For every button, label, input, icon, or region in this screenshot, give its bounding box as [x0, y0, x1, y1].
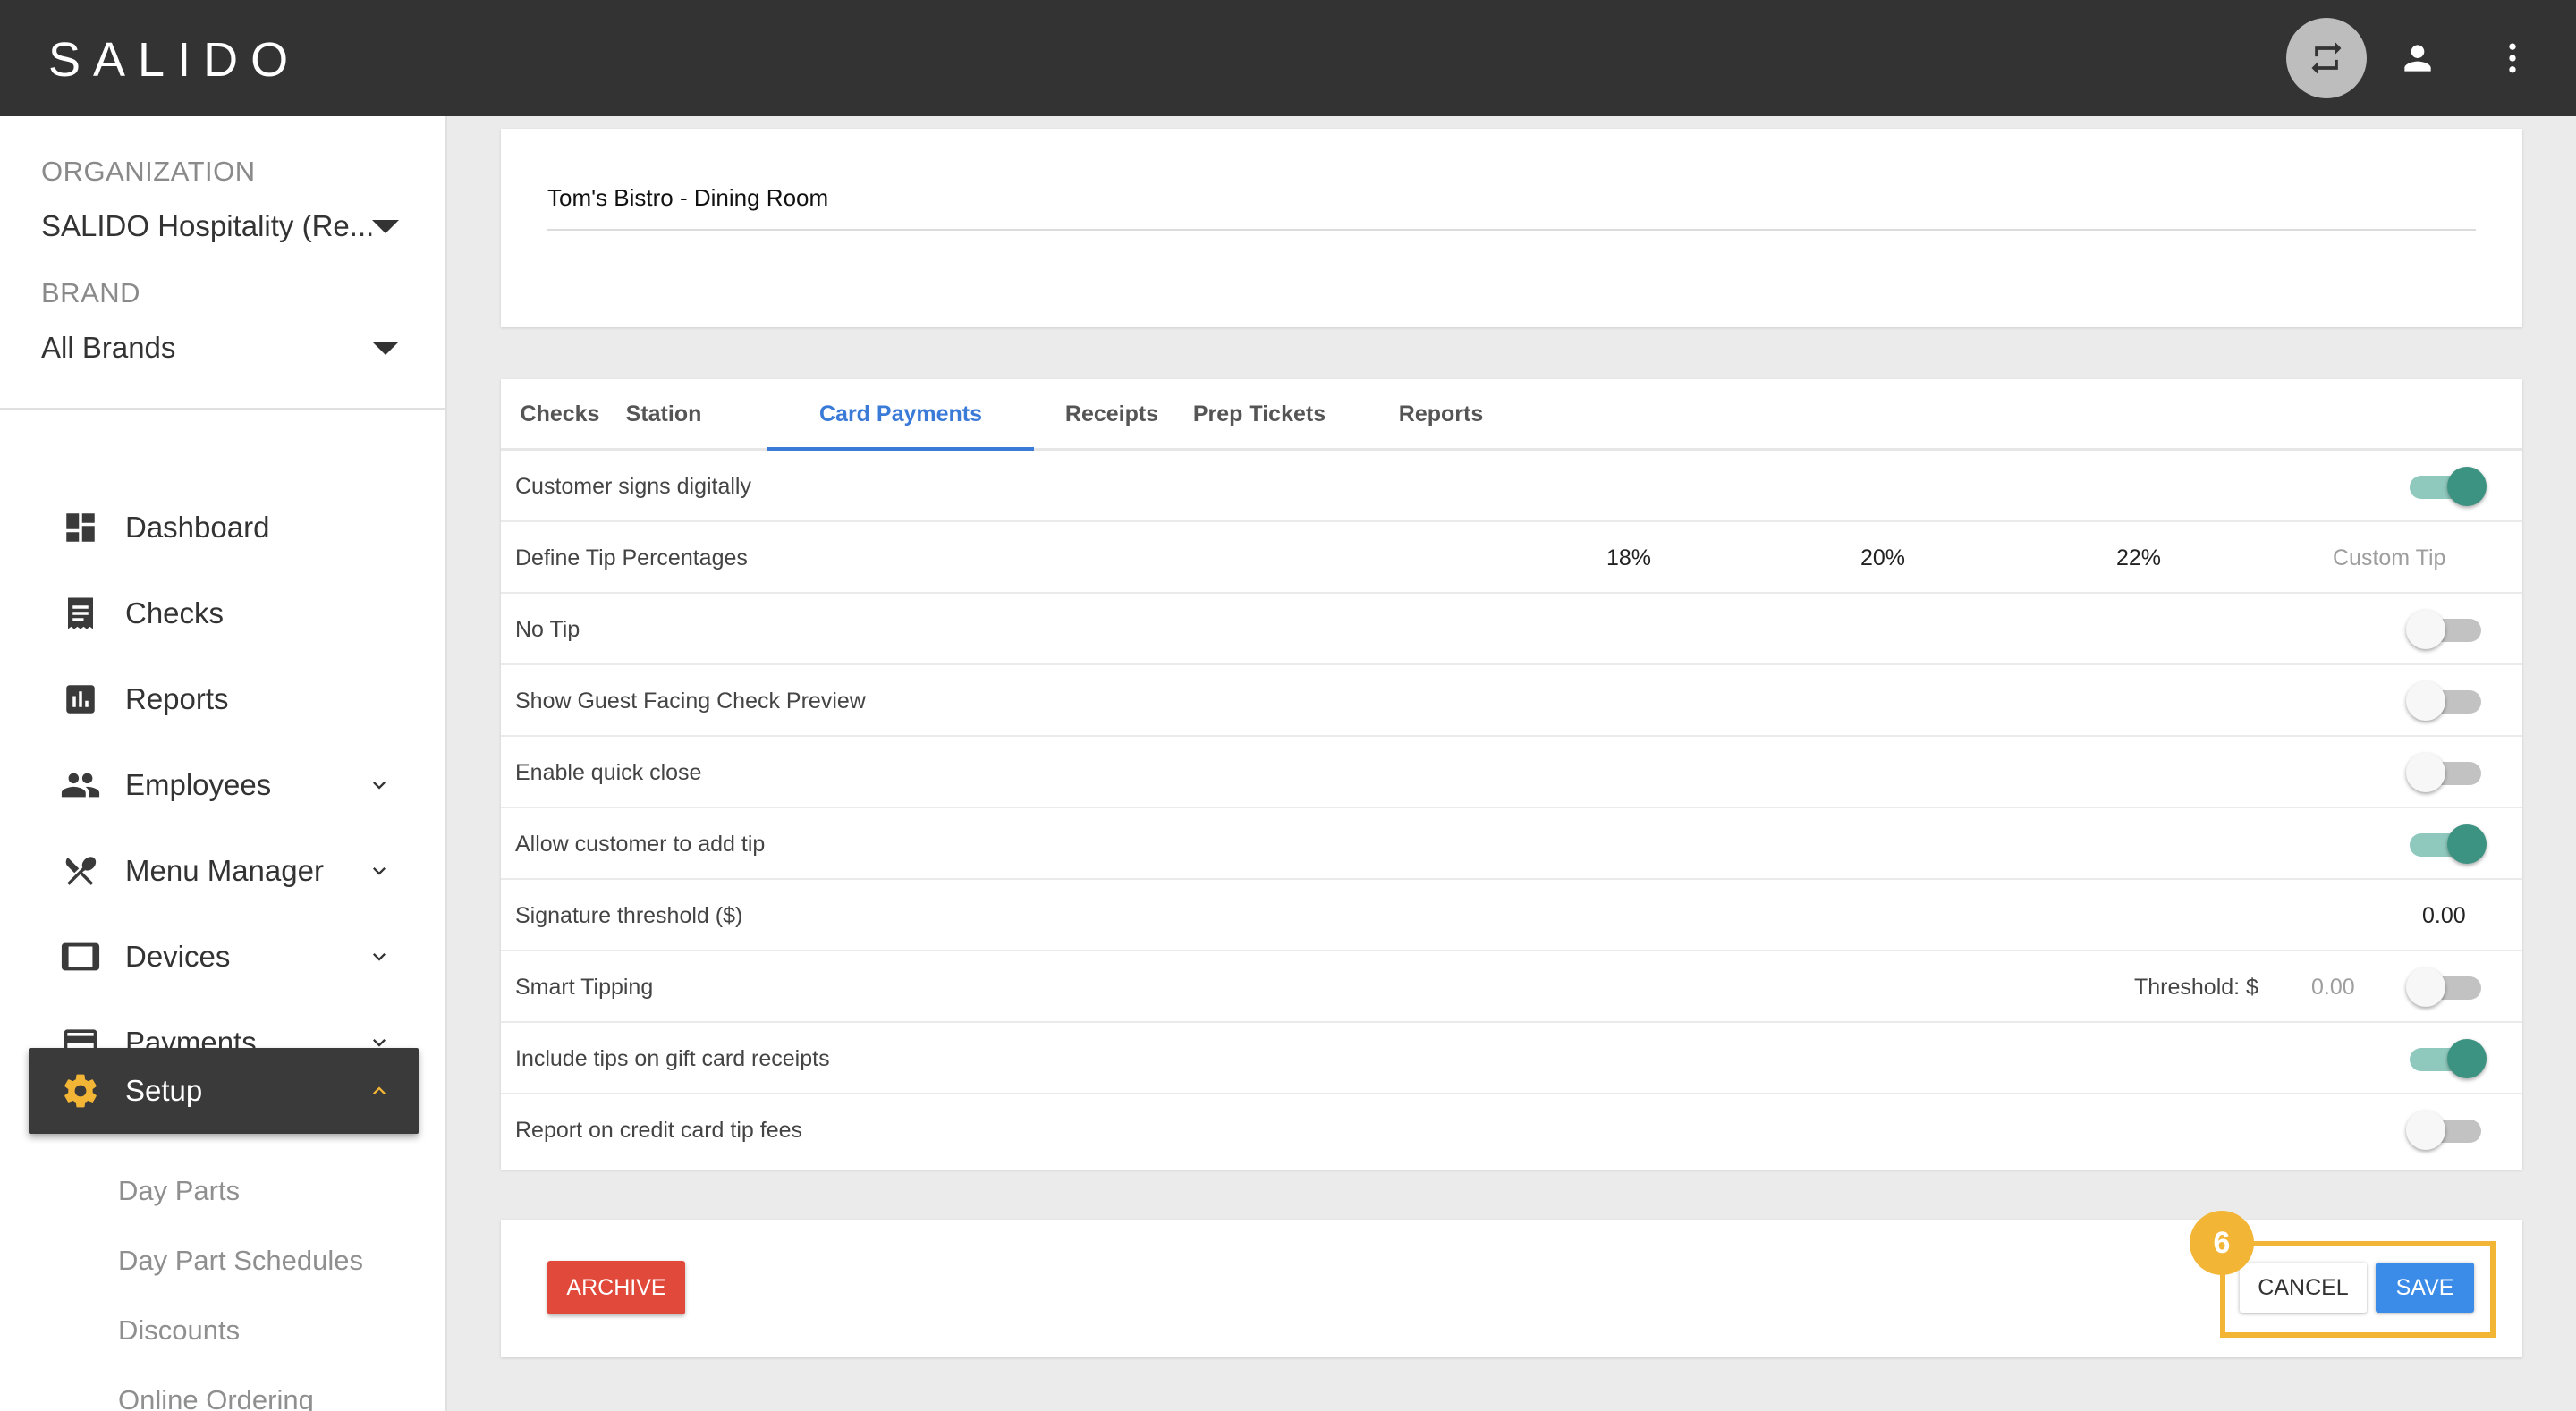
- setting-row-signature-threshold: Signature threshold ($) 0.00: [501, 880, 2522, 951]
- smart-tipping-toggle[interactable]: [2406, 967, 2481, 1007]
- settings-card: Checks Station Card Payments Receipts Pr…: [501, 379, 2522, 1170]
- sidebar-item-label: Checks: [125, 596, 225, 629]
- setting-row-credit-card-tip-fees: Report on credit card tip fees: [501, 1094, 2522, 1166]
- tab-checks[interactable]: Checks: [515, 379, 605, 451]
- setting-row-gift-card-tips: Include tips on gift card receipts: [501, 1023, 2522, 1094]
- setting-label: Enable quick close: [515, 760, 702, 785]
- organization-select[interactable]: SALIDO Hospitality (Re...: [41, 209, 399, 243]
- caret-down-icon: [372, 220, 399, 233]
- setting-label: Define Tip Percentages: [515, 545, 748, 570]
- sidebar-subitem-day-part-schedules[interactable]: Day Part Schedules: [118, 1245, 363, 1277]
- setting-label: Include tips on gift card receipts: [515, 1046, 830, 1071]
- setting-row-customer-signs-digitally: Customer signs digitally: [501, 451, 2522, 522]
- archive-button[interactable]: ARCHIVE: [547, 1261, 685, 1314]
- sidebar-item-checks[interactable]: Checks: [29, 570, 419, 656]
- sidebar-item-label: Menu Manager: [125, 854, 324, 887]
- chevron-down-icon: [373, 782, 386, 790]
- setting-row-define-tip-percentages: Define Tip Percentages 18% 20% 22% Custo…: [501, 522, 2522, 594]
- setting-label: Signature threshold ($): [515, 903, 743, 928]
- sidebar-item-label: Employees: [125, 768, 272, 801]
- chevron-down-icon: [373, 867, 386, 875]
- sidebar-subitem-online-ordering[interactable]: Online Ordering: [118, 1384, 314, 1411]
- sidebar-item-devices[interactable]: Devices: [29, 914, 419, 1000]
- setting-row-enable-quick-close: Enable quick close: [501, 737, 2522, 808]
- setting-label: Report on credit card tip fees: [515, 1118, 802, 1143]
- more-vert-icon: [2509, 43, 2516, 73]
- setting-label: Smart Tipping: [515, 975, 654, 1000]
- utensils-icon: [55, 846, 106, 896]
- station-name-field[interactable]: Tom's Bistro - Dining Room: [547, 184, 828, 212]
- tip-percentage-2[interactable]: 20%: [1860, 545, 1905, 571]
- allow-add-tip-toggle[interactable]: [2410, 824, 2487, 864]
- sidebar-item-dashboard[interactable]: Dashboard: [29, 485, 419, 570]
- setting-label: Customer signs digitally: [515, 474, 751, 499]
- bar-chart-icon: [55, 674, 106, 724]
- signature-threshold-input[interactable]: 0.00: [2422, 903, 2466, 929]
- tab-station[interactable]: Station: [617, 379, 710, 451]
- step-number-badge: 6: [2190, 1211, 2254, 1275]
- step-highlight-box: [2220, 1241, 2496, 1338]
- sidebar-item-menu-manager[interactable]: Menu Manager: [29, 828, 419, 914]
- settings-tabs: Checks Station Card Payments Receipts Pr…: [501, 379, 2522, 451]
- chevron-down-icon: [373, 953, 386, 961]
- more-options-button[interactable]: [2472, 18, 2553, 98]
- swap-icon: [2311, 41, 2342, 75]
- customer-signs-digitally-toggle[interactable]: [2410, 467, 2487, 506]
- sidebar-divider: [0, 408, 447, 410]
- sidebar-item-label: Setup: [125, 1074, 203, 1107]
- brand-label: BRAND: [41, 277, 141, 308]
- guest-facing-preview-toggle[interactable]: [2406, 681, 2481, 721]
- brand-select[interactable]: All Brands: [41, 331, 399, 365]
- sidebar: ORGANIZATION SALIDO Hospitality (Re... B…: [0, 116, 447, 1411]
- smart-tipping-threshold-label: Threshold: $: [2134, 975, 2258, 1000]
- sidebar-item-reports[interactable]: Reports: [29, 656, 419, 742]
- station-name-card: Tom's Bistro - Dining Room: [501, 129, 2522, 327]
- sidebar-item-label: Reports: [125, 682, 229, 715]
- brand-value: All Brands: [41, 331, 176, 364]
- tip-fees-toggle[interactable]: [2406, 1111, 2481, 1150]
- quick-close-toggle[interactable]: [2406, 753, 2481, 792]
- tab-prep-tickets[interactable]: Prep Tickets: [1152, 379, 1367, 451]
- sidebar-item-label: Dashboard: [125, 511, 270, 544]
- setting-label: No Tip: [515, 617, 580, 642]
- sidebar-item-setup[interactable]: Setup: [29, 1048, 419, 1134]
- caret-down-icon: [372, 342, 399, 355]
- setting-row-allow-customer-add-tip: Allow customer to add tip: [501, 808, 2522, 880]
- people-icon: [55, 760, 106, 810]
- input-underline: [547, 229, 2476, 231]
- setting-row-no-tip: No Tip: [501, 594, 2522, 665]
- person-icon: [2404, 45, 2431, 72]
- sidebar-subitem-discounts[interactable]: Discounts: [118, 1314, 240, 1347]
- custom-tip-input[interactable]: Custom Tip: [2333, 545, 2445, 571]
- top-app-bar: SALIDO: [0, 0, 2576, 116]
- setting-label: Show Guest Facing Check Preview: [515, 689, 866, 714]
- tab-reports[interactable]: Reports: [1338, 379, 1544, 451]
- organization-label: ORGANIZATION: [41, 156, 256, 187]
- organization-value: SALIDO Hospitality (Re...: [41, 209, 375, 242]
- receipt-icon: [55, 588, 106, 638]
- logo-text: SALIDO: [48, 33, 301, 87]
- sidebar-subitem-day-parts[interactable]: Day Parts: [118, 1175, 240, 1207]
- dashboard-icon: [55, 503, 106, 553]
- sidebar-item-employees[interactable]: Employees: [29, 742, 419, 828]
- tip-percentage-3[interactable]: 22%: [2116, 545, 2161, 571]
- salido-logo[interactable]: SALIDO: [48, 32, 301, 88]
- tablet-icon: [55, 932, 106, 982]
- switch-location-button[interactable]: [2286, 18, 2367, 98]
- smart-tipping-threshold-input[interactable]: 0.00: [2311, 975, 2355, 1001]
- tab-card-payments[interactable]: Card Payments: [767, 379, 1034, 451]
- setting-label: Allow customer to add tip: [515, 832, 766, 857]
- account-button[interactable]: [2377, 18, 2458, 98]
- gear-icon: [55, 1066, 106, 1116]
- setting-row-guest-facing-check-preview: Show Guest Facing Check Preview: [501, 665, 2522, 737]
- sidebar-item-label: Devices: [125, 940, 231, 973]
- gift-card-tips-toggle[interactable]: [2410, 1039, 2487, 1078]
- chevron-up-icon: [373, 1086, 386, 1094]
- setting-row-smart-tipping: Smart Tipping Threshold: $ 0.00: [501, 951, 2522, 1023]
- tip-percentage-1[interactable]: 18%: [1606, 545, 1651, 571]
- no-tip-toggle[interactable]: [2406, 610, 2481, 649]
